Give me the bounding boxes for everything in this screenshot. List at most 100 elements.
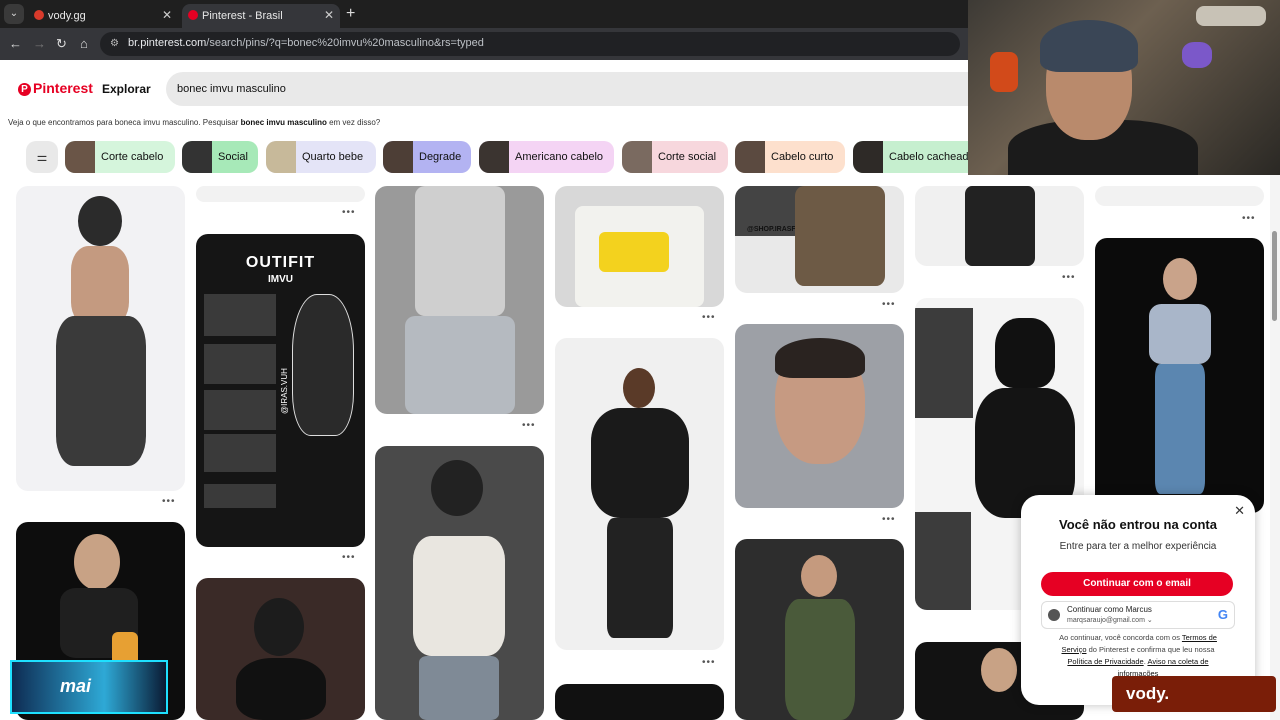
address-bar[interactable]: ⚙ br.pinterest.com/search/pins/?q=bonec%… — [100, 32, 960, 56]
pin-more-icon[interactable]: ••• — [162, 496, 176, 507]
pin-figure-hair — [78, 196, 122, 246]
chip-quarto-bebe[interactable]: Quarto bebe — [266, 141, 376, 173]
vody-text: vody. — [1126, 684, 1170, 703]
close-tab-icon[interactable]: ✕ — [324, 4, 334, 26]
pin-jacket-closeup[interactable]: @SHOP.IRASFITS — [735, 186, 904, 293]
filters-icon[interactable]: ⚌ — [26, 141, 58, 173]
webcam-heart-decor — [1182, 42, 1212, 68]
pin-avatar-hoodie-face[interactable] — [735, 324, 904, 508]
scrollbar-thumb[interactable] — [1272, 231, 1277, 321]
site-info-icon[interactable]: ⚙ — [110, 38, 119, 49]
chip-social[interactable]: Social — [182, 141, 258, 173]
pin-figure-head — [1163, 258, 1197, 300]
chip-degrade[interactable]: Degrade — [383, 141, 471, 173]
pinterest-logo[interactable]: P Pinterest — [18, 80, 93, 96]
pin-figure-shirt — [413, 536, 505, 656]
pin-avatar-camo[interactable] — [735, 539, 904, 720]
modal-title: Você não entrou na conta — [1059, 517, 1217, 532]
pin-figure-shirt — [236, 658, 326, 720]
legal-text: Ao continuar, você concorda com os Termo… — [1059, 633, 1217, 678]
back-icon[interactable]: ← — [9, 36, 22, 51]
forward-icon[interactable]: → — [33, 36, 46, 51]
pin-figure-jeans — [1155, 364, 1205, 494]
pin-more-icon[interactable]: ••• — [342, 207, 356, 218]
continue-email-button[interactable]: Continuar com o email — [1041, 572, 1233, 596]
reload-icon[interactable]: ↻ — [56, 36, 67, 52]
close-tab-icon[interactable]: ✕ — [162, 4, 172, 26]
tab-pinterest[interactable]: Pinterest - Brasil ✕ — [182, 4, 340, 28]
explore-link[interactable]: Explorar — [102, 82, 151, 96]
webcam-cap — [1040, 20, 1138, 72]
outfit-item-card — [204, 294, 276, 336]
new-tab-button[interactable]: + — [346, 5, 355, 23]
modal-subtitle: Entre para ter a melhor experiência — [1059, 541, 1217, 552]
google-account-button[interactable]: Continuar como Marcus marqsaraujo@gmail.… — [1041, 601, 1235, 629]
tab-search-icon[interactable]: ⌄ — [4, 4, 24, 24]
outfit-handle: @IRAS.VUH — [280, 368, 289, 414]
pin-more-icon[interactable]: ••• — [702, 657, 716, 668]
webcam-lamp — [990, 52, 1018, 92]
pin-avatar-puffer[interactable] — [555, 338, 724, 650]
privacy-link[interactable]: Política de Privacidade — [1067, 657, 1143, 666]
home-icon[interactable]: ⌂ — [80, 36, 88, 51]
pin-more-icon[interactable]: ••• — [342, 552, 356, 563]
chip-thumbnail — [266, 141, 296, 173]
vody-favicon-icon — [34, 10, 44, 20]
pin-figure-jeans — [419, 656, 499, 720]
browser-toolbar: ← → ↻ ⌂ ⚙ br.pinterest.com/search/pins/?… — [0, 28, 968, 60]
pinterest-logo-icon: P — [18, 83, 31, 96]
hint-suffix: em vez disso? — [329, 118, 381, 127]
hint-query-link[interactable]: bonec imvu masculino — [241, 118, 327, 127]
chip-cabelo-cacheado[interactable]: Cabelo cacheado — [853, 141, 968, 173]
pin-avatar-window[interactable] — [196, 578, 365, 720]
pin-avatar-headphones[interactable] — [375, 446, 544, 720]
pin-partial-bottom[interactable] — [555, 684, 724, 720]
login-prompt-modal: ✕ Você não entrou na conta Entre para te… — [1021, 495, 1255, 705]
chip-label: Social — [218, 151, 248, 163]
pin-avatar-polo[interactable] — [1095, 238, 1264, 513]
outfit-item-card — [204, 434, 276, 472]
pin-partial-top[interactable] — [196, 186, 365, 202]
chip-cabelo-curto[interactable]: Cabelo curto — [735, 141, 845, 173]
pin-figure-camo — [785, 599, 855, 720]
chip-thumbnail — [383, 141, 413, 173]
outfit-item-card — [204, 344, 276, 384]
pin-more-icon[interactable]: ••• — [882, 514, 896, 525]
pin-figure-cat-mask — [995, 318, 1055, 388]
streamer-webcam — [968, 0, 1280, 175]
pin-graphic-tee[interactable] — [555, 186, 724, 307]
pin-outfit-board[interactable]: OUTIFIT IMVU @IRAS.VUH — [196, 234, 365, 547]
pin-figure-pants — [56, 316, 146, 466]
scrollbar[interactable] — [1270, 175, 1280, 720]
search-input[interactable]: bonec imvu masculino — [166, 72, 968, 106]
outfit-item-card — [204, 484, 276, 508]
pin-more-icon[interactable]: ••• — [702, 312, 716, 323]
chip-thumbnail — [65, 141, 95, 173]
outfit-title: OUTIFIT — [245, 254, 316, 271]
pin-item-list — [915, 512, 971, 610]
pin-figure-jeans — [405, 316, 515, 414]
pin-boots[interactable] — [915, 186, 1084, 266]
chip-thumbnail — [735, 141, 765, 173]
pin-figure-hair — [431, 460, 483, 516]
tab-vody[interactable]: vody.gg ✕ — [28, 4, 178, 28]
chip-corte-social[interactable]: Corte social — [622, 141, 728, 173]
pin-figure-head — [801, 555, 837, 597]
google-account-name: Continuar como Marcus — [1067, 605, 1152, 614]
pin-more-icon[interactable]: ••• — [1242, 213, 1256, 224]
pin-tank-top-closeup[interactable] — [375, 186, 544, 414]
pin-more-icon[interactable]: ••• — [522, 420, 536, 431]
pin-partial-top[interactable] — [1095, 186, 1264, 206]
chip-label: Corte cabelo — [101, 151, 164, 163]
pin-more-icon[interactable]: ••• — [882, 299, 896, 310]
pin-figure-head — [74, 534, 120, 590]
outfit-item-card — [204, 390, 276, 430]
outfit-subtitle: IMVU — [268, 274, 293, 285]
vody-watermark-logo: vody. — [1112, 676, 1276, 712]
chip-americano-cabelo[interactable]: Americano cabelo — [479, 141, 614, 173]
spelling-hint: Veja o que encontramos para boneca imvu … — [8, 118, 380, 127]
pin-avatar-black-pants[interactable] — [16, 186, 185, 491]
google-account-email: marqsaraujo@gmail.com ⌄ — [1067, 617, 1153, 624]
chip-corte-cabelo[interactable]: Corte cabelo — [65, 141, 175, 173]
pin-more-icon[interactable]: ••• — [1062, 272, 1076, 283]
